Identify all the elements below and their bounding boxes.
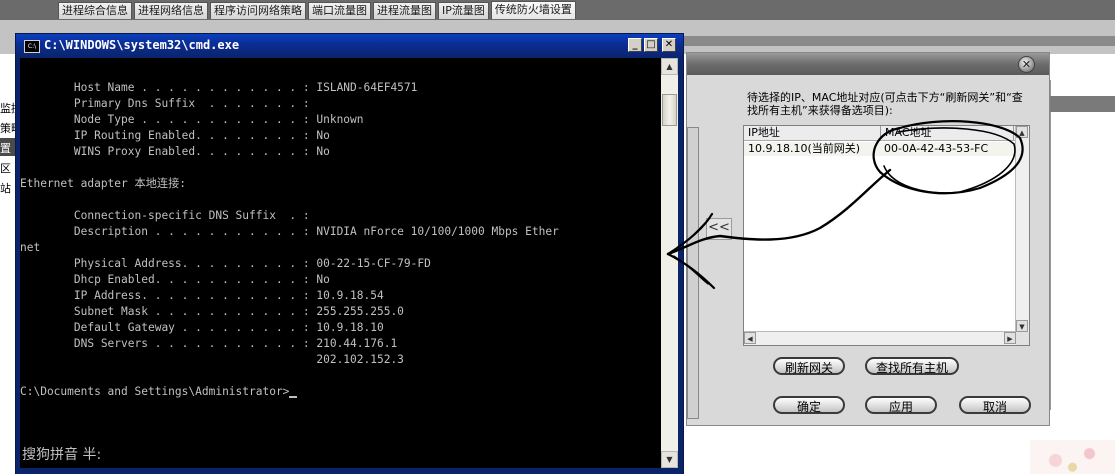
dialog-left-list xyxy=(687,127,699,419)
cancel-button[interactable]: 取消 xyxy=(959,396,1031,414)
list-header: IP地址 MAC地址 xyxy=(744,126,1016,141)
tab-process-network[interactable]: 进程网络信息 xyxy=(134,2,208,19)
scroll-up-icon[interactable]: ▲ xyxy=(1016,126,1028,138)
tab-strip: 进程综合信息 进程网络信息 程序访问网络策略 端口流量图 进程流量图 IP流量图… xyxy=(58,1,576,20)
refresh-gateway-button[interactable]: 刷新网关 xyxy=(773,357,845,375)
close-icon[interactable]: ✕ xyxy=(662,38,676,52)
cmd-app-icon[interactable]: C:\ xyxy=(24,40,40,53)
dialog-title-bar xyxy=(687,53,1049,75)
column-ip[interactable]: IP地址 xyxy=(744,126,881,140)
close-icon[interactable]: ✕ xyxy=(1018,56,1035,73)
minimize-icon[interactable]: _ xyxy=(628,38,642,52)
flower-decoration xyxy=(1030,440,1115,474)
sidebar-item-site[interactable]: 站 xyxy=(0,180,11,196)
scrollbar-corner xyxy=(1016,332,1029,345)
tab-network-policy[interactable]: 程序访问网络策略 xyxy=(210,2,306,19)
console-output[interactable]: Host Name . . . . . . . . . . . . : ISLA… xyxy=(20,58,663,468)
right-panel-bar xyxy=(1050,96,1115,112)
console-line: Host Name . . . . . . . . . . . . : ISLA… xyxy=(20,81,418,94)
list-vertical-scrollbar[interactable]: ▲ ▼ xyxy=(1015,126,1029,332)
ip-mac-dialog: ✕ 待选择的IP、MAC地址对应(可点击下方“刷新网关”和“查找所有主机”来获得… xyxy=(686,52,1050,426)
scroll-down-icon[interactable]: ▼ xyxy=(661,451,678,468)
tab-process-overview[interactable]: 进程综合信息 xyxy=(58,2,132,19)
console-line: Subnet Mask . . . . . . . . . . . : 255.… xyxy=(20,305,404,318)
ok-button[interactable]: 确定 xyxy=(773,396,845,414)
list-item[interactable]: 10.9.18.10(当前网关) 00-0A-42-43-53-FC xyxy=(744,142,1016,156)
find-all-hosts-button[interactable]: 查找所有主机 xyxy=(865,357,959,375)
console-line: Dhcp Enabled. . . . . . . . . . . : No xyxy=(20,273,330,286)
tab-port-traffic[interactable]: 端口流量图 xyxy=(308,2,371,19)
tab-process-traffic[interactable]: 进程流量图 xyxy=(373,2,436,19)
console-line: WINS Proxy Enabled. . . . . . . . : No xyxy=(20,145,330,158)
scroll-right-icon[interactable]: ▶ xyxy=(1004,332,1016,344)
scroll-left-icon[interactable]: ◀ xyxy=(744,332,756,344)
cmd-window: C:\ C:\WINDOWS\system32\cmd.exe _ □ ✕ Ho… xyxy=(16,34,683,474)
console-line: IP Routing Enabled. . . . . . . . : No xyxy=(20,129,330,142)
console-line: Node Type . . . . . . . . . . . . : Unkn… xyxy=(20,113,364,126)
console-prompt-line[interactable]: C:\Documents and Settings\Administrator> xyxy=(20,384,298,400)
console-line: Physical Address. . . . . . . . . : 00-2… xyxy=(20,257,431,270)
console-line: Description . . . . . . . . . . . : NVID… xyxy=(20,225,559,238)
console-line: DNS Servers . . . . . . . . . . . : 210.… xyxy=(20,337,398,350)
cmd-vertical-scrollbar[interactable]: ▲ ▼ xyxy=(661,58,678,468)
console-line: Connection-specific DNS Suffix . : xyxy=(20,209,310,222)
list-item-mac: 00-0A-42-43-53-FC xyxy=(884,142,989,155)
console-line: IP Address. . . . . . . . . . . . : 10.9… xyxy=(20,289,384,302)
scroll-up-icon[interactable]: ▲ xyxy=(661,58,678,75)
cmd-window-title: C:\WINDOWS\system32\cmd.exe xyxy=(44,38,240,52)
maximize-icon[interactable]: □ xyxy=(644,38,658,52)
scroll-down-icon[interactable]: ▼ xyxy=(1016,320,1028,332)
move-left-button[interactable]: << xyxy=(706,218,732,240)
tab-ip-traffic[interactable]: IP流量图 xyxy=(438,2,489,19)
dialog-instruction: 待选择的IP、MAC地址对应(可点击下方“刷新网关”和“查找所有主机”来获得备选… xyxy=(747,91,1023,117)
console-line: Default Gateway . . . . . . . . . : 10.9… xyxy=(20,321,384,334)
ip-mac-list[interactable]: IP地址 MAC地址 10.9.18.10(当前网关) 00-0A-42-43-… xyxy=(743,125,1030,346)
list-item-ip: 10.9.18.10(当前网关) xyxy=(748,142,861,155)
sidebar-item-zone[interactable]: 区 xyxy=(0,160,11,176)
cmd-title-bar[interactable]: C:\ C:\WINDOWS\system32\cmd.exe _ □ ✕ xyxy=(16,34,683,58)
tab-firewall-settings[interactable]: 传统防火墙设置 xyxy=(490,1,576,19)
list-horizontal-scrollbar[interactable]: ◀ ▶ xyxy=(744,331,1016,345)
console-line: Ethernet adapter 本地连接: xyxy=(20,177,186,190)
console-line: net xyxy=(20,241,41,254)
ime-status-bar[interactable]: 搜狗拼音 半: xyxy=(22,444,101,464)
text-cursor xyxy=(289,396,298,398)
console-line: Primary Dns Suffix . . . . . . . : xyxy=(20,97,310,110)
sidebar-item-settings[interactable]: 置 xyxy=(0,140,11,156)
right-panel xyxy=(1050,80,1115,410)
console-line: 202.102.152.3 xyxy=(20,353,404,366)
app-header-strip xyxy=(680,36,1115,46)
apply-button[interactable]: 应用 xyxy=(865,396,937,414)
column-mac[interactable]: MAC地址 xyxy=(881,126,1014,140)
scrollbar-thumb[interactable] xyxy=(662,94,677,126)
console-prompt: C:\Documents and Settings\Administrator> xyxy=(20,385,290,398)
